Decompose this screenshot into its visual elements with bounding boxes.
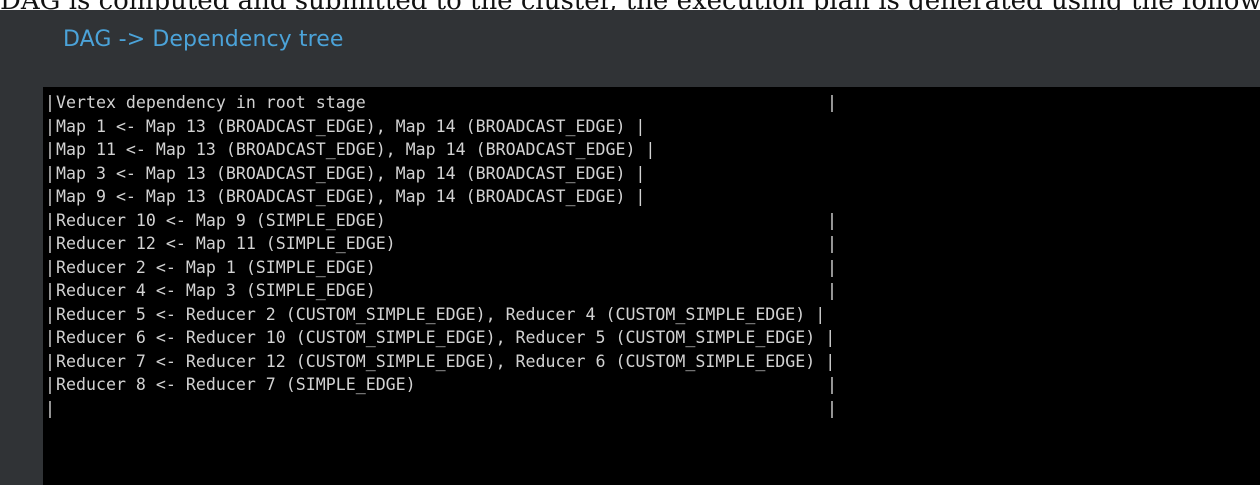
terminal-left-border: |: [45, 257, 55, 277]
terminal-line-text: Reducer 6 <- Reducer 10 (CUSTOM_SIMPLE_E…: [56, 328, 836, 347]
terminal-line-text: Reducer 5 <- Reducer 2 (CUSTOM_SIMPLE_ED…: [56, 304, 826, 324]
terminal-line-text: Reducer 4 <- Map 3 (SIMPLE_EDGE): [56, 281, 376, 300]
terminal-right-border: |: [827, 234, 837, 253]
terminal-line-text: Reducer 8 <- Reducer 7 (SIMPLE_EDGE): [56, 375, 416, 394]
terminal-right-border: |: [827, 257, 837, 277]
terminal-left-border: |: [45, 210, 55, 230]
panel-title: DAG -> Dependency tree: [63, 27, 344, 52]
terminal-line-text: Reducer 10 <- Map 9 (SIMPLE_EDGE): [56, 210, 386, 230]
terminal-line-text: Reducer 7 <- Reducer 12 (CUSTOM_SIMPLE_E…: [56, 351, 836, 371]
terminal-left-border: |: [45, 281, 55, 300]
terminal-line-text: Reducer 2 <- Map 1 (SIMPLE_EDGE): [56, 257, 376, 277]
terminal-left-border: |: [45, 187, 55, 206]
terminal-right-border: |: [827, 281, 837, 300]
terminal-left-border: |: [45, 234, 55, 253]
terminal-output: | Vertex dependency in root stage | | Map 1 …: [43, 87, 1260, 485]
terminal-line-text: Map 9 <- Map 13 (BROADCAST_EDGE), Map 14…: [56, 187, 646, 206]
terminal-line-text: Map 11 <- Map 13 (BROADCAST_EDGE), Map 1…: [56, 140, 656, 159]
terminal-left-border: |: [45, 398, 55, 418]
terminal-left-border: |: [45, 163, 55, 183]
terminal-right-border: |: [827, 93, 837, 112]
terminal-left-border: |: [45, 351, 55, 371]
terminal-left-border: |: [45, 328, 55, 347]
terminal-left-border: |: [45, 304, 55, 324]
terminal-right-border: |: [827, 210, 837, 230]
terminal-left-border: |: [45, 93, 55, 112]
terminal-left-border: |: [45, 140, 55, 159]
terminal-line-text: Reducer 12 <- Map 11 (SIMPLE_EDGE): [56, 234, 396, 253]
terminal-line-text: Map 3 <- Map 13 (BROADCAST_EDGE), Map 14…: [56, 163, 646, 183]
terminal-left-border: |: [45, 375, 55, 394]
terminal-line-text: Vertex dependency in root stage: [56, 93, 366, 112]
terminal-panel: DAG -> Dependency tree | Vertex dependenc…: [0, 10, 1260, 485]
terminal-line-text: Map 1 <- Map 13 (BROADCAST_EDGE), Map 14…: [56, 116, 646, 136]
panel-title-bar: DAG -> Dependency tree: [0, 10, 1260, 82]
terminal-right-border: |: [827, 398, 837, 418]
terminal-right-border: |: [827, 375, 837, 394]
terminal-left-border: |: [45, 116, 55, 136]
